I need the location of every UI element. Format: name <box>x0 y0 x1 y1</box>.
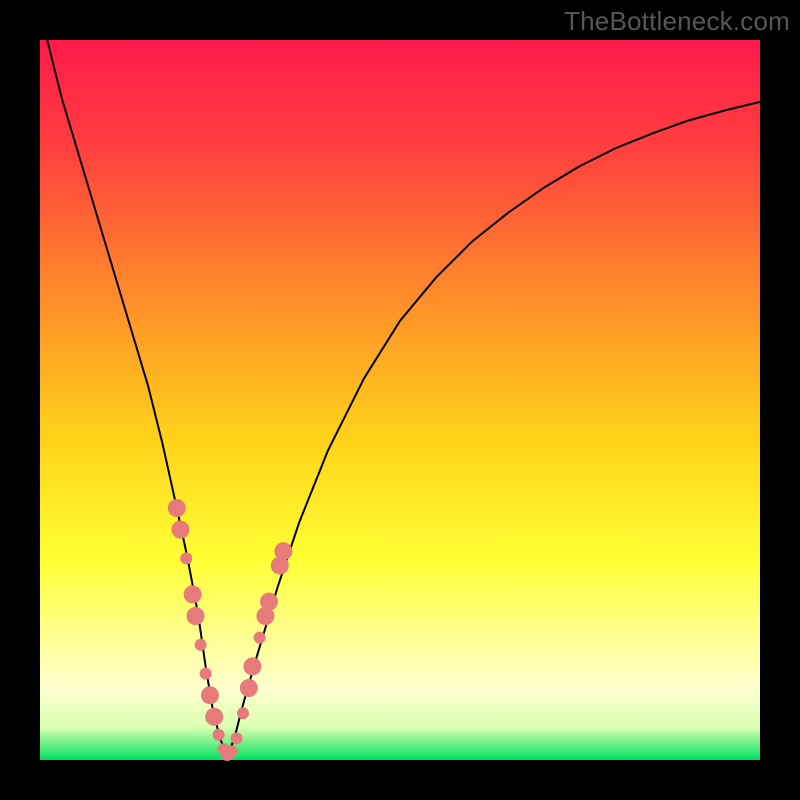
highlight-dot <box>187 607 205 625</box>
highlight-dot <box>226 745 238 757</box>
chart-frame: TheBottleneck.com <box>0 0 800 800</box>
highlight-dot <box>195 639 207 651</box>
watermark-text: TheBottleneck.com <box>564 6 790 37</box>
highlight-dot <box>240 679 258 697</box>
highlight-dot <box>213 729 225 741</box>
highlight-dot <box>254 632 266 644</box>
highlight-dot <box>274 542 292 560</box>
highlight-dot <box>260 593 278 611</box>
highlight-dot <box>201 686 219 704</box>
highlight-dot <box>171 521 189 539</box>
plot-background <box>40 40 760 760</box>
highlight-dot <box>237 707 249 719</box>
highlight-dot <box>168 499 186 517</box>
highlight-dot <box>184 585 202 603</box>
chart-svg <box>40 40 760 760</box>
highlight-dot <box>200 668 212 680</box>
highlight-dot <box>231 732 243 744</box>
highlight-dot <box>180 552 192 564</box>
highlight-dot <box>205 708 223 726</box>
highlight-dot <box>243 657 261 675</box>
